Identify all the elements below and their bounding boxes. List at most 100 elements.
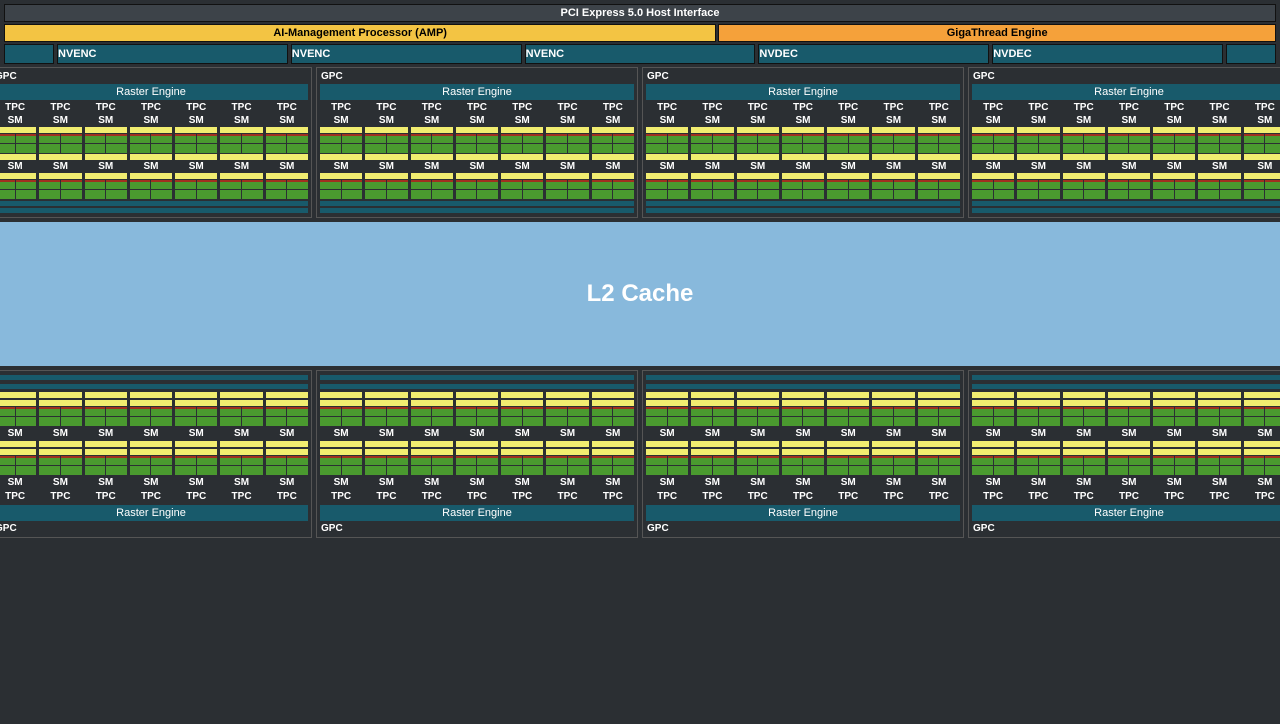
tensor-bar: [918, 173, 960, 179]
sm-core-column: [320, 400, 362, 426]
cuda-row: [39, 180, 81, 189]
cuda-block: [61, 456, 82, 465]
tpc-label: TPC: [1244, 491, 1280, 502]
cuda-block: [1039, 144, 1060, 153]
cuda-block: [646, 180, 667, 189]
tensor-bar: [972, 449, 1014, 455]
cuda-block: [266, 466, 287, 475]
sm-core-column: [546, 173, 588, 199]
cuda-block: [1039, 190, 1060, 199]
sm-label: SM: [691, 477, 733, 488]
cuda-row: [266, 134, 308, 143]
cuda-row: [266, 456, 308, 465]
sm-core-row: [320, 449, 634, 475]
cuda-block: [16, 190, 37, 199]
cuda-row: [1063, 180, 1105, 189]
cuda-block: [1017, 180, 1038, 189]
cuda-block: [613, 466, 634, 475]
cuda-block: [175, 144, 196, 153]
cuda-block: [523, 144, 544, 153]
cuda-row: [646, 466, 688, 475]
cuda-row: [365, 180, 407, 189]
cuda-row: [130, 417, 172, 426]
cuda-block: [1153, 144, 1174, 153]
cuda-block: [1265, 144, 1280, 153]
cuda-row: [1017, 417, 1059, 426]
cuda-block: [1063, 407, 1084, 416]
tpc-label: TPC: [1153, 102, 1195, 113]
cuda-block: [1153, 134, 1174, 143]
tensor-bar: [501, 449, 543, 455]
cuda-row: [1198, 144, 1240, 153]
cuda-block: [918, 190, 939, 199]
cuda-block: [1084, 407, 1105, 416]
cuda-block: [197, 466, 218, 475]
cuda-row: [646, 407, 688, 416]
cuda-block: [242, 407, 263, 416]
tensor-bar: [0, 449, 36, 455]
cuda-block: [568, 456, 589, 465]
sm-core-column: [39, 173, 81, 199]
sm-label: SM: [646, 115, 688, 126]
interconnect-bar: [0, 201, 308, 206]
cuda-block: [175, 417, 196, 426]
cuda-row: [827, 180, 869, 189]
cuda-row: [501, 407, 543, 416]
raster-engine: Raster Engine: [972, 84, 1280, 100]
sm-core-column: [1244, 127, 1280, 153]
cuda-row: [691, 456, 733, 465]
tensor-bar: [365, 127, 407, 133]
cuda-block: [477, 144, 498, 153]
gpc-cluster-top: GPCRaster EngineTPCTPCTPCTPCTPCTPCTPCSMS…: [0, 67, 1280, 218]
cuda-block: [918, 466, 939, 475]
sm-core-column: [266, 127, 308, 153]
sm-label: SM: [266, 161, 308, 172]
interconnect-bar: [646, 384, 960, 389]
tensor-bar: [501, 400, 543, 406]
sm-label: SM: [872, 477, 914, 488]
sm-label: SM: [1244, 428, 1280, 439]
gpc-label: GPC: [971, 70, 1280, 83]
cuda-row: [872, 456, 914, 465]
cuda-block: [175, 456, 196, 465]
cuda-row: [0, 144, 36, 153]
sm-core-column: [646, 173, 688, 199]
cuda-row: [1017, 466, 1059, 475]
sm-label: SM: [130, 161, 172, 172]
cuda-row: [1198, 190, 1240, 199]
cuda-block: [266, 417, 287, 426]
cuda-block: [106, 417, 127, 426]
tensor-bar: [1153, 449, 1195, 455]
sm-label: SM: [85, 477, 127, 488]
cuda-block: [894, 417, 915, 426]
cuda-row: [918, 190, 960, 199]
interconnect-bar: [646, 201, 960, 206]
sm-core-column: [972, 400, 1014, 426]
cuda-block: [1175, 134, 1196, 143]
tpc-label: TPC: [39, 102, 81, 113]
sm-core-column: [175, 173, 217, 199]
cuda-row: [130, 134, 172, 143]
cuda-block: [546, 417, 567, 426]
cuda-block: [972, 134, 993, 143]
tensor-bar: [0, 127, 36, 133]
cuda-row: [1244, 190, 1280, 199]
cuda-block: [568, 134, 589, 143]
sm-core-column: [220, 449, 262, 475]
cuda-row: [175, 134, 217, 143]
cuda-block: [61, 466, 82, 475]
cuda-block: [758, 456, 779, 465]
interconnect-bar: [320, 201, 634, 206]
sm-core-column: [737, 449, 779, 475]
sm-label-row: SMSMSMSMSMSMSM: [0, 115, 308, 126]
sm-core-column: [918, 127, 960, 153]
sm-label: SM: [266, 115, 308, 126]
sm-tensor-row: [972, 392, 1280, 398]
sm-core-column: [220, 173, 262, 199]
cuda-row: [85, 456, 127, 465]
tensor-bar: [592, 127, 634, 133]
sm-label: SM: [39, 115, 81, 126]
cuda-block: [456, 407, 477, 416]
sm-label: SM: [175, 428, 217, 439]
cuda-block: [758, 417, 779, 426]
